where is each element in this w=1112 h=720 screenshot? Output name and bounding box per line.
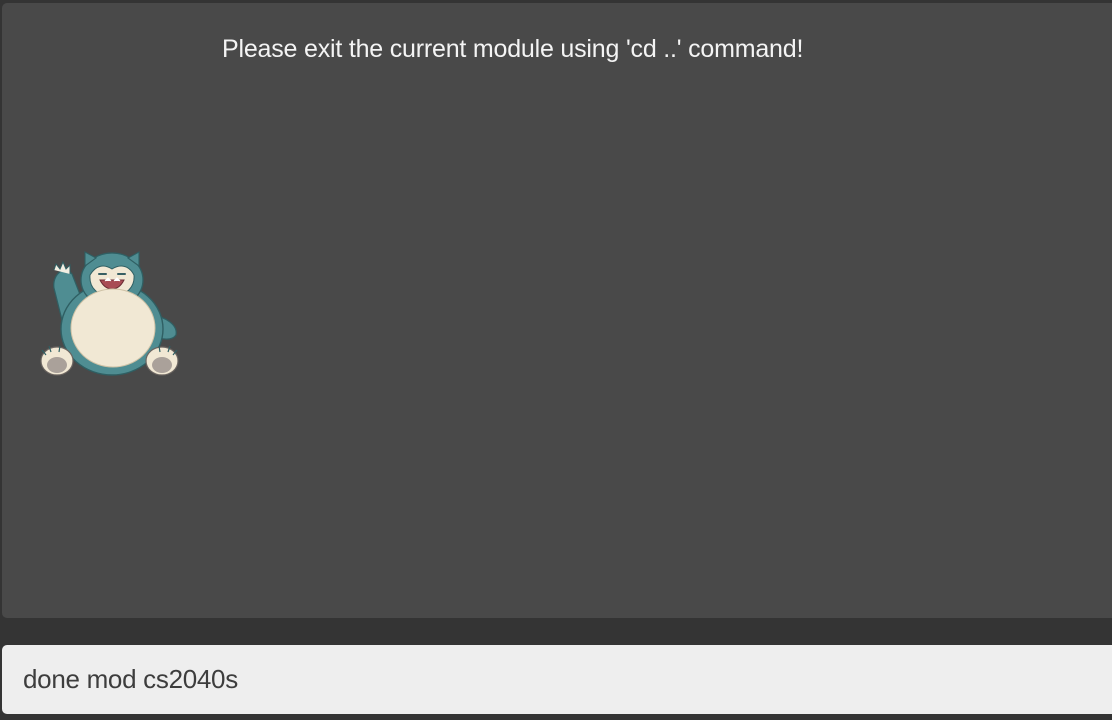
command-box[interactable] xyxy=(2,645,1112,714)
app-window: Please exit the current module using 'cd… xyxy=(0,0,1112,720)
command-input[interactable] xyxy=(23,664,1112,695)
result-message: Please exit the current module using 'cd… xyxy=(222,35,804,63)
result-display-panel: Please exit the current module using 'cd… xyxy=(2,3,1112,618)
snorlax-mascot-icon xyxy=(40,251,179,376)
